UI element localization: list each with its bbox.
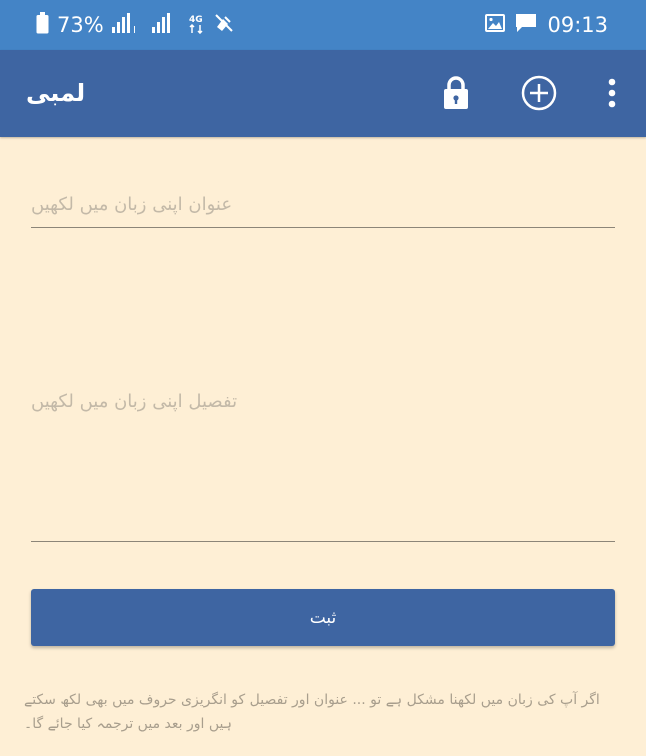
- svg-text:4G: 4G: [189, 15, 203, 25]
- status-time: 09:13: [547, 13, 608, 37]
- submit-button-label: ثبت: [309, 607, 337, 628]
- status-bar: 73% I 4G 09:13: [0, 0, 646, 50]
- signal-strength-icon: I: [111, 13, 144, 37]
- battery-percent: 73%: [57, 13, 104, 37]
- submit-button[interactable]: ثبت: [31, 589, 615, 646]
- add-circle-icon[interactable]: [521, 75, 557, 111]
- message-notification-icon: [515, 13, 537, 37]
- status-bar-right: 09:13: [485, 12, 608, 38]
- svg-text:I: I: [133, 25, 136, 33]
- description-input[interactable]: تفصیل اپنی زبان میں لکھیں: [31, 382, 615, 542]
- title-input-placeholder: عنوان اپنی زبان میں لکھیں: [31, 194, 233, 215]
- more-vert-icon[interactable]: [594, 75, 630, 111]
- description-input-placeholder: تفصیل اپنی زبان میں لکھیں: [31, 391, 238, 412]
- app-title: لمبی: [26, 79, 86, 107]
- app-bar: لمبی: [0, 50, 646, 137]
- footnote-text: اگر آپ کی زبان میں لکھنا مشکل ہے تو ... …: [24, 692, 600, 732]
- gallery-notification-icon: [485, 14, 506, 36]
- title-input[interactable]: عنوان اپنی زبان میں لکھیں: [31, 188, 615, 228]
- network-4g-icon: 4G: [188, 12, 206, 38]
- signal-strength-icon-2: [151, 13, 180, 37]
- mute-icon: [214, 13, 234, 37]
- battery-icon: [36, 12, 49, 38]
- status-bar-left: 73% I 4G: [36, 12, 234, 38]
- lock-icon[interactable]: [438, 75, 474, 111]
